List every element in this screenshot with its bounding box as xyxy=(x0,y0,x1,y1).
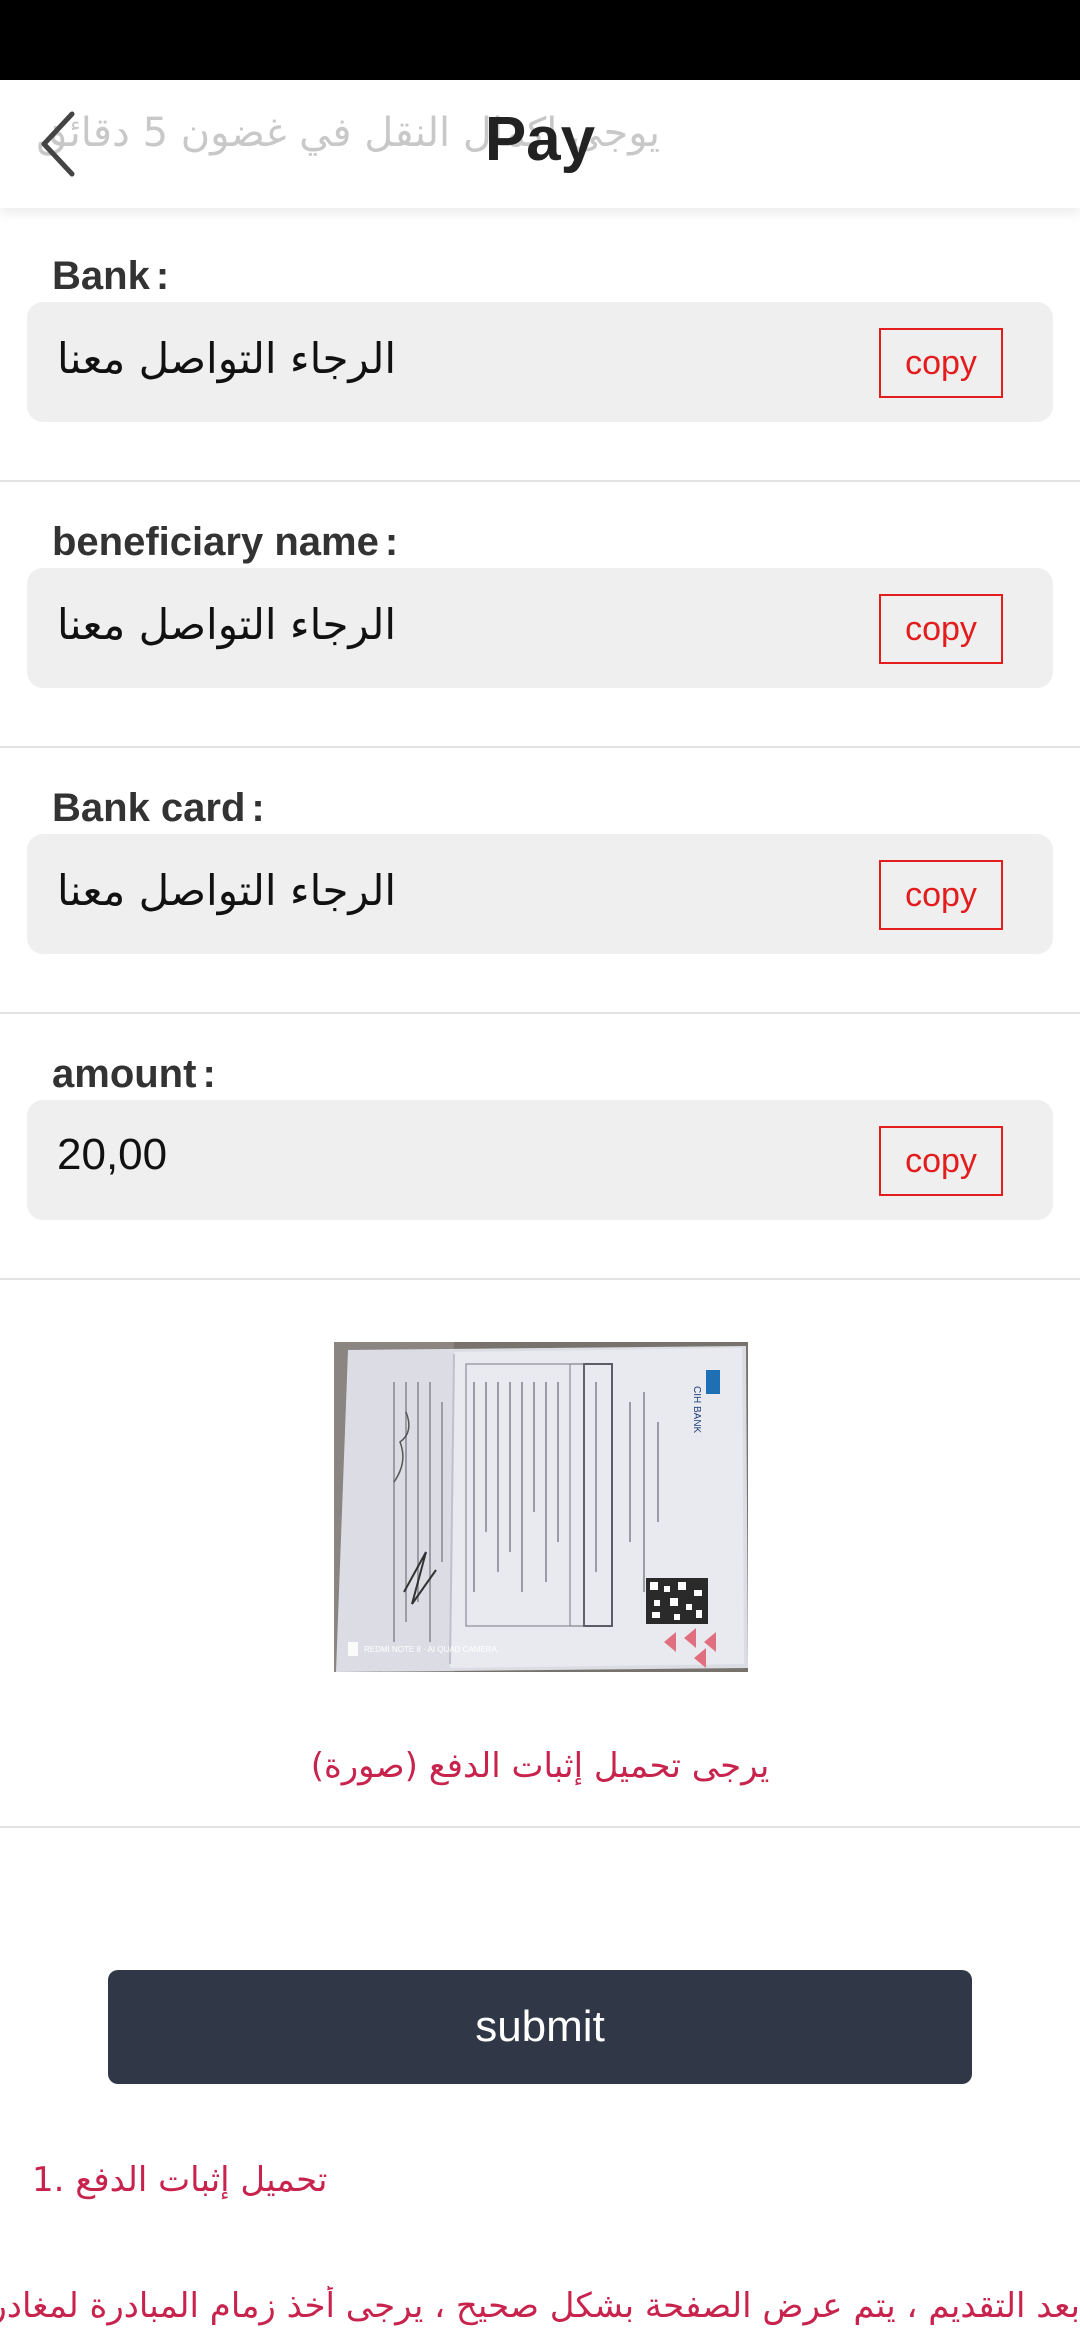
receipt-camera-watermark: REDMI NOTE 8 · AI QUAD CAMERA xyxy=(364,1645,498,1654)
bank-label-text: Bank xyxy=(52,254,150,298)
page-title: Pay xyxy=(484,105,596,174)
status-bar xyxy=(0,0,1080,80)
beneficiary-field-section: beneficiary name: الرجاء التواصل معنا co… xyxy=(0,482,1080,748)
bank-card-value: الرجاء التواصل معنا xyxy=(57,866,397,915)
beneficiary-label-colon: : xyxy=(384,520,399,564)
chevron-left-icon xyxy=(41,111,75,177)
note-2-text: بعد التقديم ، يتم عرض الصفحة بشكل صحيح ،… xyxy=(0,2286,1080,2326)
payment-proof-section: CIH BANK REDMI NOTE 8 · AI QUAD CAMERA ي… xyxy=(0,1316,1080,1828)
bank-card-label-text: Bank card xyxy=(52,786,246,830)
bank-value: الرجاء التواصل معنا xyxy=(57,334,397,383)
note-1-text: تحميل إثبات الدفع xyxy=(75,2160,328,2200)
amount-field-section: amount: 20,00 copy xyxy=(0,1014,1080,1280)
note-item-2: بعد التقديم ، يتم عرض الصفحة بشكل صحيح ،… xyxy=(0,2286,1080,2326)
note-item-1: 1. تحميل إثبات الدفع xyxy=(32,2160,1080,2200)
beneficiary-label-text: beneficiary name xyxy=(52,520,379,564)
note-1-number: 1. xyxy=(32,2160,65,2200)
amount-value-box: 20,00 copy xyxy=(27,1100,1053,1220)
bank-card-label-colon: : xyxy=(251,786,265,830)
top-nav-bar: يوجى إكمال النقل في غضون 5 دقائق Pay xyxy=(0,80,1080,208)
copy-beneficiary-button[interactable]: copy xyxy=(879,594,1003,664)
beneficiary-value-box: الرجاء التواصل معنا copy xyxy=(27,568,1053,688)
payment-proof-thumbnail[interactable]: CIH BANK REDMI NOTE 8 · AI QUAD CAMERA xyxy=(334,1342,748,1672)
amount-value: 20,00 xyxy=(57,1130,168,1179)
bank-field-section: Bank: الرجاء التواصل معنا copy xyxy=(0,216,1080,482)
copy-amount-button[interactable]: copy xyxy=(879,1126,1003,1196)
beneficiary-label: beneficiary name: xyxy=(52,520,398,565)
amount-label-colon: : xyxy=(202,1052,216,1096)
bank-value-box: الرجاء التواصل معنا copy xyxy=(27,302,1053,422)
beneficiary-value: الرجاء التواصل معنا xyxy=(57,600,397,649)
submit-button[interactable]: submit xyxy=(108,1970,972,2084)
back-button[interactable] xyxy=(26,102,96,186)
bank-label: Bank: xyxy=(52,254,169,299)
bank-label-colon: : xyxy=(155,254,170,298)
bank-card-value-box: الرجاء التواصل معنا copy xyxy=(27,834,1053,954)
bank-card-field-section: Bank card: الرجاء التواصل معنا copy xyxy=(0,748,1080,1014)
copy-bank-card-button[interactable]: copy xyxy=(879,860,1003,930)
upload-proof-caption[interactable]: يرجى تحميل إثبات الدفع (صورة) xyxy=(0,1746,1080,1786)
amount-label-text: amount xyxy=(52,1052,197,1096)
bank-card-label: Bank card: xyxy=(52,786,265,831)
copy-bank-button[interactable]: copy xyxy=(879,328,1003,398)
receipt-bank-name: CIH BANK xyxy=(691,1386,702,1434)
amount-label: amount: xyxy=(52,1052,216,1097)
